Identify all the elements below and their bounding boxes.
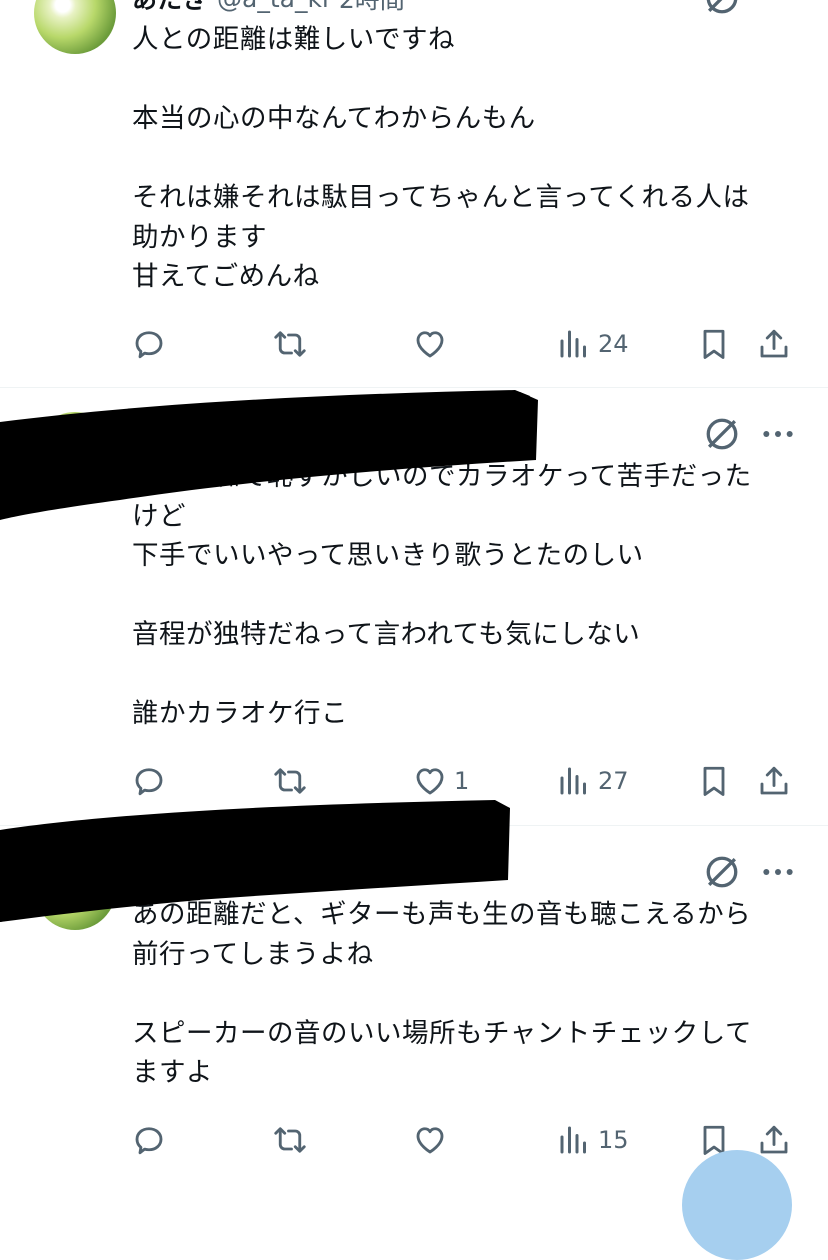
post-2[interactable]: あたき @a_ta_ki 2時間 歌は音痴で恥ずかしいのでカラオケって苦手だった… — [0, 388, 828, 820]
repost-button[interactable] — [272, 1118, 308, 1162]
views-button[interactable]: 24 — [556, 322, 629, 366]
repost-icon — [274, 1127, 306, 1153]
heart-icon — [416, 768, 444, 795]
grok-icon[interactable] — [700, 412, 744, 456]
post-text: 歌は音痴で恥ずかしいのでカラオケって苦手だった けど 下手でいいやって思いきり歌… — [132, 461, 752, 729]
avatar[interactable] — [34, 412, 116, 494]
author-handle[interactable]: @a_ta_ki — [217, 420, 329, 449]
post-time[interactable]: 2時間 — [339, 854, 405, 890]
reply-button[interactable] — [131, 759, 167, 803]
view-count: 15 — [598, 1126, 629, 1154]
post-text: 人との距離は難しいですね 本当の心の中なんてわからんもん それは嫌それは駄目って… — [132, 24, 750, 292]
views-button[interactable]: 15 — [556, 1118, 629, 1162]
more-icon[interactable] — [758, 414, 798, 454]
like-button[interactable] — [412, 1118, 454, 1162]
like-button[interactable]: 1 — [412, 759, 469, 803]
avatar[interactable] — [34, 0, 116, 54]
post-3[interactable]: あたき @a_ta_ki 2時間 あの距離だと、ギターも声も生の音も聴こえるから… — [0, 826, 828, 1179]
view-count: 24 — [598, 330, 629, 358]
post-header: あたき @a_ta_ki 2時間 — [132, 414, 405, 454]
post-1[interactable]: あたき @a_ta_ki 2時間 人との距離は難しいですね 本当の心の中なんてわ… — [0, 0, 828, 386]
action-bar: 24 — [0, 322, 828, 366]
grok-icon[interactable] — [700, 850, 744, 894]
reply-button[interactable] — [131, 322, 167, 366]
bookmark-button[interactable] — [696, 759, 732, 803]
author-handle[interactable]: @a_ta_ki — [217, 0, 329, 13]
view-count: 27 — [598, 767, 629, 795]
action-bar: 15 — [0, 1118, 828, 1162]
repost-button[interactable] — [272, 759, 308, 803]
repost-icon — [274, 331, 306, 357]
avatar[interactable] — [34, 848, 116, 930]
share-button[interactable] — [756, 759, 792, 803]
views-icon — [560, 767, 586, 795]
post-text: あの距離だと、ギターも声も生の音も聴こえるから 前行ってしまうよね スピーカーの… — [132, 899, 752, 1088]
heart-icon — [416, 1127, 444, 1154]
bookmark-icon — [703, 766, 725, 796]
compose-button[interactable] — [682, 1150, 792, 1260]
action-bar: 1 27 — [0, 759, 828, 803]
reply-icon — [135, 1127, 163, 1155]
bookmark-button[interactable] — [696, 322, 732, 366]
share-icon — [760, 1125, 788, 1154]
share-icon — [760, 329, 788, 358]
grok-icon[interactable] — [700, 0, 744, 20]
repost-button[interactable] — [272, 322, 308, 366]
post-header: あたき @a_ta_ki 2時間 — [132, 852, 405, 892]
post-time[interactable]: 2時間 — [339, 0, 405, 16]
views-button[interactable]: 27 — [556, 759, 629, 803]
author-name[interactable]: あたき — [132, 854, 207, 890]
author-name[interactable]: あたき — [132, 416, 207, 452]
author-handle[interactable]: @a_ta_ki — [217, 858, 329, 887]
reply-icon — [135, 331, 163, 359]
post-header: あたき @a_ta_ki 2時間 — [132, 0, 405, 18]
reply-button[interactable] — [131, 1118, 167, 1162]
heart-icon — [416, 331, 444, 358]
share-icon — [760, 766, 788, 795]
share-button[interactable] — [756, 322, 792, 366]
more-icon[interactable] — [758, 852, 798, 892]
views-icon — [560, 330, 586, 358]
author-name[interactable]: あたき — [132, 0, 207, 16]
reply-icon — [135, 768, 163, 796]
like-button[interactable] — [412, 322, 454, 366]
repost-icon — [274, 768, 306, 794]
bookmark-icon — [703, 329, 725, 359]
views-icon — [560, 1126, 586, 1154]
post-time[interactable]: 2時間 — [339, 416, 405, 452]
like-count: 1 — [454, 767, 470, 795]
